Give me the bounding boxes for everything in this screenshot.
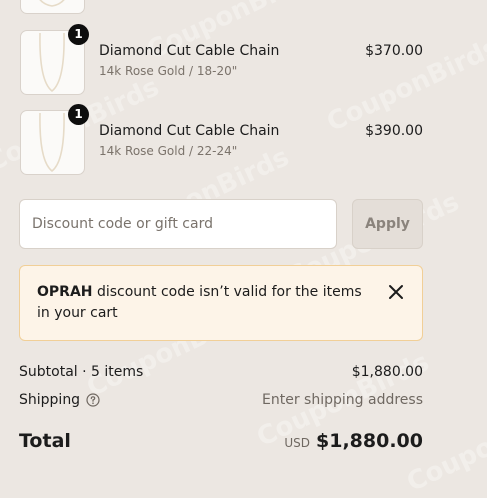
close-icon[interactable]: [386, 282, 406, 302]
cart-line-item: 1 Diamond Cut Cable Chain 14k Rose Gold …: [19, 104, 423, 176]
apply-button[interactable]: Apply: [352, 199, 423, 249]
discount-error-banner: OPRAH discount code isn’t valid for the …: [19, 265, 423, 341]
currency-code: USD: [284, 436, 311, 450]
quantity-badge: 1: [68, 104, 89, 125]
subtotal-row: Subtotal · 5 items $1,880.00: [19, 364, 423, 380]
total-row: Total USD $1,880.00: [19, 430, 423, 452]
product-price: $370.00: [365, 43, 423, 59]
product-title: Diamond Cut Cable Chain: [99, 123, 280, 139]
product-variant: 14k Rose Gold / 22-24": [99, 144, 238, 158]
total-amount-group: USD $1,880.00: [284, 430, 423, 452]
total-label: Total: [19, 430, 71, 452]
shipping-value: Enter shipping address: [262, 392, 423, 408]
product-price: $390.00: [365, 123, 423, 139]
product-title: Diamond Cut Cable Chain: [99, 43, 280, 59]
product-thumbnail: [20, 0, 85, 14]
cart-line-item: 1 Diamond Cut Cable Chain 14k Rose Gold …: [19, 24, 423, 96]
error-message: OPRAH discount code isn’t valid for the …: [37, 282, 372, 324]
quantity-badge: 1: [68, 24, 89, 45]
question-circle-icon[interactable]: [86, 393, 100, 411]
shipping-label: Shipping: [19, 392, 81, 408]
subtotal-label: Subtotal · 5 items: [19, 364, 144, 380]
product-variant: 14k Rose Gold / 18-20": [99, 64, 238, 78]
discount-code-input[interactable]: [19, 199, 337, 249]
shipping-row: Shipping Enter shipping address: [19, 392, 423, 411]
chain-image: [39, 0, 65, 7]
discount-code-text: OPRAH: [37, 284, 93, 300]
total-value: $1,880.00: [316, 430, 423, 452]
subtotal-value: $1,880.00: [351, 364, 423, 380]
